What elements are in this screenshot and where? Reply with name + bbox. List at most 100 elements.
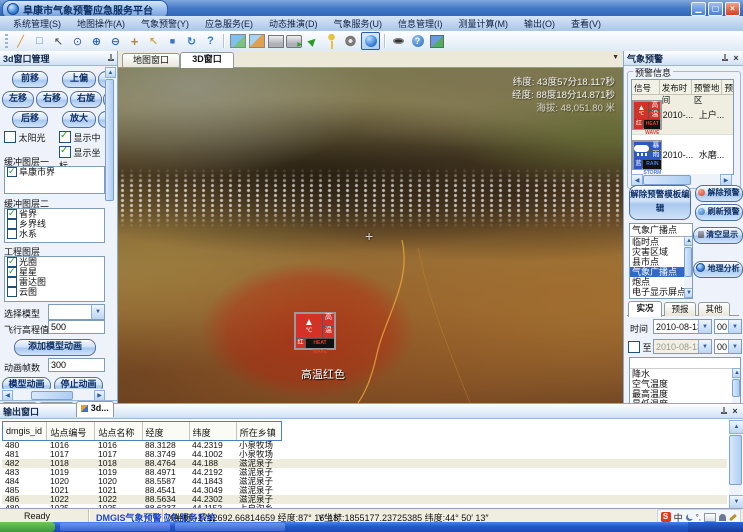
date-select[interactable]: 2010-08-13▼ bbox=[653, 319, 712, 334]
sogou-icon[interactable]: S bbox=[661, 512, 671, 522]
scroll-down-icon[interactable]: ▼ bbox=[729, 495, 743, 509]
identify-icon[interactable] bbox=[202, 33, 219, 49]
fly-to-icon[interactable] bbox=[304, 33, 321, 49]
zoom-out-icon[interactable] bbox=[107, 33, 124, 49]
user-icon[interactable] bbox=[719, 514, 726, 521]
app-tool-icon[interactable] bbox=[430, 35, 444, 48]
tab-realtime[interactable]: 实况 bbox=[628, 301, 662, 317]
menu-dynamic[interactable]: 动态推演(D) bbox=[262, 16, 325, 31]
wrench-icon[interactable] bbox=[729, 513, 737, 520]
menu-weather-service[interactable]: 气象服务(U) bbox=[327, 16, 390, 31]
menu-output[interactable]: 输出(O) bbox=[517, 16, 562, 31]
flight-height-input[interactable] bbox=[48, 320, 105, 334]
checkbox-icon[interactable] bbox=[4, 131, 16, 143]
list-item[interactable]: 降水 bbox=[630, 369, 740, 379]
key-icon[interactable] bbox=[323, 33, 340, 49]
table-row[interactable]: 4821018101888.476444.188滋泥泉子 bbox=[2, 459, 727, 468]
element-list-vscrollbar[interactable]: ▲ bbox=[732, 368, 740, 404]
restore-button[interactable]: ▢ bbox=[708, 2, 723, 16]
menu-map-ops[interactable]: 地图操作(A) bbox=[70, 16, 132, 31]
tab-forecast[interactable]: 预报 bbox=[664, 302, 696, 316]
help-icon[interactable] bbox=[409, 33, 426, 49]
zoom-in-icon[interactable] bbox=[88, 33, 105, 49]
chevron-down-icon[interactable]: ▼ bbox=[91, 305, 104, 319]
table-row[interactable]: 4861022102288.563444.2302滋泥泉子 bbox=[2, 495, 727, 504]
menu-view[interactable]: 查看(V) bbox=[564, 16, 608, 31]
menu-weather-warning[interactable]: 气象预警(Y) bbox=[134, 16, 196, 31]
move-back-button[interactable]: 后移 bbox=[12, 111, 48, 128]
punctuation-icon[interactable]: °, bbox=[696, 513, 701, 522]
scroll-up-icon[interactable]: ▲ bbox=[105, 67, 116, 78]
pointer-icon[interactable] bbox=[145, 33, 162, 49]
left-panel-vscrollbar[interactable]: ▲ bbox=[105, 67, 114, 389]
rotate-right-button[interactable]: 右旋 bbox=[70, 91, 102, 108]
warning-table-hscrollbar[interactable]: ◀ ▶ bbox=[631, 174, 732, 184]
warning-table[interactable]: 信号 发布时间 预警地区 预 ▲℃ 高温 红HEAT WAVE 2010-...… bbox=[631, 79, 734, 175]
broadcast-point-list[interactable]: 气象广播点 临时点 灾害区域 县市点 气象广播点 炮点 电子显示屏点 ▲ ▼ bbox=[629, 223, 693, 299]
chevron-down-icon[interactable]: ▼ bbox=[728, 320, 741, 333]
pan-icon[interactable] bbox=[126, 33, 143, 49]
checkbox-icon[interactable] bbox=[628, 341, 640, 353]
to-checkbox[interactable]: 至 bbox=[628, 341, 652, 354]
chevron-down-icon[interactable]: ▼ bbox=[698, 340, 711, 353]
tab-other[interactable]: 其他 bbox=[698, 302, 730, 316]
table-row[interactable]: 4811017101788.374944.1002小泉牧场 bbox=[2, 450, 727, 459]
chevron-down-icon[interactable]: ▼ bbox=[612, 54, 619, 61]
scroll-thumb[interactable] bbox=[729, 435, 742, 485]
chevron-down-icon[interactable]: ▼ bbox=[698, 320, 711, 333]
checkbox-icon[interactable] bbox=[7, 209, 17, 219]
col-township[interactable]: 所在乡镇 bbox=[237, 422, 281, 440]
list-item[interactable]: 电子显示屏点 bbox=[630, 287, 692, 297]
taskbar-window-button[interactable] bbox=[175, 523, 285, 531]
menu-emergency[interactable]: 应急服务(E) bbox=[198, 16, 260, 31]
scroll-thumb[interactable] bbox=[31, 391, 73, 400]
scroll-up-icon[interactable]: ▲ bbox=[732, 368, 741, 378]
edit-warning-template-button[interactable]: 解除预警模板编辑 bbox=[629, 185, 691, 220]
zoom-out-button[interactable]: 缩小 bbox=[98, 111, 105, 128]
globe-3d-icon[interactable] bbox=[361, 32, 380, 50]
table-row[interactable]: 4851021102188.454144.3049滋泥泉子 bbox=[2, 486, 727, 495]
visibility-icon[interactable] bbox=[390, 33, 407, 49]
keyboard-icon[interactable] bbox=[704, 513, 716, 522]
list-item[interactable]: 光圈 bbox=[5, 257, 104, 267]
settings-icon[interactable] bbox=[342, 33, 359, 49]
tab-3d-window[interactable]: 3D窗口 bbox=[180, 52, 234, 68]
pin-icon[interactable] bbox=[721, 54, 728, 63]
move-left-button[interactable]: 左移 bbox=[2, 91, 34, 108]
sunlight-checkbox[interactable]: 太阳光 bbox=[4, 131, 46, 144]
refresh-warning-button[interactable]: 刷新预警 bbox=[695, 204, 743, 221]
col-station-no[interactable]: 站点编号 bbox=[47, 422, 95, 440]
list-item-selected[interactable]: 气象广播点 bbox=[630, 267, 692, 277]
col-extra[interactable]: 预 bbox=[722, 80, 733, 94]
select-icon[interactable] bbox=[50, 33, 67, 49]
pin-icon[interactable] bbox=[720, 407, 727, 416]
to-date-select[interactable]: 2010-08-13▼ bbox=[653, 339, 712, 354]
close-icon[interactable]: × bbox=[730, 406, 740, 416]
zoom-pointer-icon[interactable] bbox=[69, 33, 86, 49]
remove-warning-button[interactable]: 解除预警 bbox=[695, 185, 743, 202]
table-row[interactable]: 4801016101688.312844.2319小泉牧场 bbox=[2, 441, 727, 450]
print-preview-icon[interactable] bbox=[286, 35, 302, 48]
add-model-animation-button[interactable]: 添加模型动画 bbox=[14, 339, 96, 356]
image-icon[interactable] bbox=[230, 34, 246, 48]
list-item[interactable]: 云图 bbox=[5, 287, 104, 297]
list-item[interactable]: 最高温度 bbox=[630, 389, 740, 399]
close-button[interactable]: × bbox=[725, 2, 740, 16]
zoom-in-button[interactable]: 放大 bbox=[62, 111, 96, 128]
list-item[interactable]: 水系 bbox=[5, 229, 104, 239]
list-item[interactable]: 阜康市界 bbox=[5, 167, 104, 177]
scroll-up-icon[interactable]: ▲ bbox=[729, 420, 743, 434]
hour-select[interactable]: 00▼ bbox=[714, 319, 742, 334]
col-station-name[interactable]: 站点名称 bbox=[95, 422, 142, 440]
model-animation-button[interactable]: 模型动画 bbox=[2, 377, 51, 389]
checkbox-icon[interactable] bbox=[59, 146, 71, 158]
scroll-up-icon[interactable]: ▲ bbox=[684, 236, 693, 246]
table-row[interactable]: 4841020102088.558744.1843滋泥泉子 bbox=[2, 477, 727, 486]
tilt-down-button[interactable]: 下偏 bbox=[98, 71, 105, 88]
warning-row-rain[interactable]: 暴雨 蓝RAIN STORM 2010-... 水磨... bbox=[632, 135, 733, 174]
scroll-thumb[interactable] bbox=[684, 247, 692, 277]
output-vscrollbar[interactable]: ▲ ▼ bbox=[729, 420, 742, 509]
chevron-down-icon[interactable]: ▼ bbox=[728, 340, 741, 353]
buffer-layer2-list[interactable]: 省界 乡界线 水系 bbox=[4, 208, 105, 243]
warning-row-heat[interactable]: ▲℃ 高温 红HEAT WAVE 2010-... 上户... bbox=[632, 95, 733, 135]
